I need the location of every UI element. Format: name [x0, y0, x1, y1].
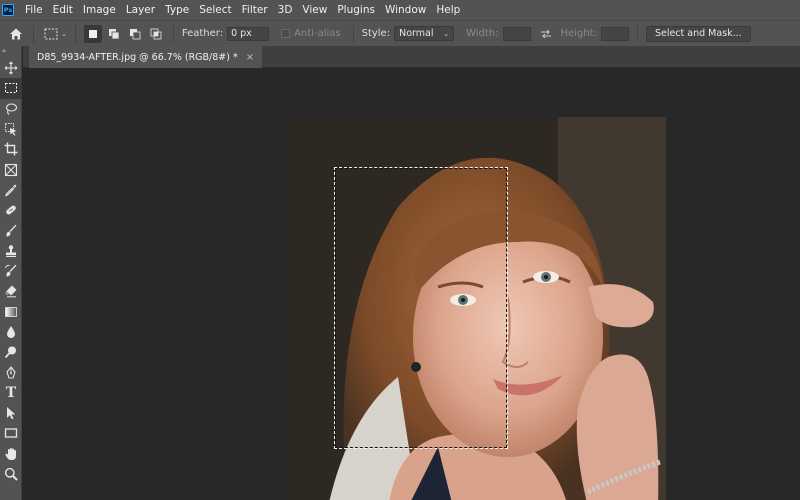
chevron-down-icon: ⌄ [61, 29, 67, 38]
photoshop-logo-icon[interactable]: Ps [2, 4, 14, 16]
height-label: Height: [560, 28, 597, 39]
divider [33, 24, 34, 43]
menu-view[interactable]: View [297, 0, 332, 20]
type-tool-icon[interactable]: T [0, 383, 22, 403]
tool-preset-picker[interactable]: ⌄ [42, 25, 67, 43]
menu-layer[interactable]: Layer [121, 0, 160, 20]
menu-filter[interactable]: Filter [237, 0, 273, 20]
lasso-tool-icon[interactable] [0, 99, 22, 119]
brush-tool-icon[interactable] [0, 220, 22, 240]
menu-file[interactable]: File [20, 0, 48, 20]
menu-select[interactable]: Select [194, 0, 236, 20]
rectangular-marquee-tool-icon[interactable] [0, 78, 22, 99]
path-selection-tool-icon[interactable] [0, 403, 22, 423]
antialias-label: Anti-alias [294, 28, 341, 39]
menu-plugins[interactable]: Plugins [332, 0, 380, 20]
width-input[interactable] [502, 26, 531, 41]
healing-brush-tool-icon[interactable] [0, 200, 22, 220]
feather-input[interactable] [227, 26, 270, 41]
object-selection-tool-icon[interactable] [0, 119, 22, 139]
swap-width-height-icon[interactable] [537, 25, 555, 43]
menu-image[interactable]: Image [78, 0, 121, 20]
gradient-tool-icon[interactable] [0, 302, 22, 322]
chevron-down-icon: ⌄ [443, 29, 450, 38]
add-to-selection-icon[interactable] [105, 25, 123, 43]
tools-panel: » T [0, 46, 22, 500]
feather-label: Feather: [181, 28, 224, 39]
marquee-selection[interactable] [334, 167, 508, 449]
collapse-panel-icon[interactable]: » [0, 46, 21, 58]
subtract-from-selection-icon[interactable] [126, 25, 144, 43]
hand-tool-icon[interactable] [0, 444, 22, 464]
divider [74, 24, 76, 43]
move-tool-icon[interactable] [0, 58, 22, 78]
style-select[interactable]: Normal ⌄ [394, 26, 455, 41]
new-selection-icon[interactable] [83, 24, 102, 43]
intersect-selection-icon[interactable] [147, 25, 165, 43]
rect-marquee-preset-icon [42, 25, 60, 43]
document-tab[interactable]: D85_9934-AFTER.jpg @ 66.7% (RGB/8#) * × [29, 46, 263, 68]
width-label: Width: [466, 28, 499, 39]
pen-tool-icon[interactable] [0, 362, 22, 382]
antialias-checkbox[interactable] [281, 29, 291, 38]
style-select-value: Normal [399, 28, 434, 39]
history-brush-tool-icon[interactable] [0, 261, 22, 281]
menu-type[interactable]: Type [160, 0, 194, 20]
document-tab-title: D85_9934-AFTER.jpg @ 66.7% (RGB/8#) * [37, 51, 238, 63]
document-tab-bar: D85_9934-AFTER.jpg @ 66.7% (RGB/8#) * × [23, 46, 800, 68]
eraser-tool-icon[interactable] [0, 281, 22, 301]
menu-window[interactable]: Window [380, 0, 431, 20]
eyedropper-tool-icon[interactable] [0, 180, 22, 200]
blur-tool-icon[interactable] [0, 322, 22, 342]
frame-tool-icon[interactable] [0, 159, 22, 179]
clone-stamp-tool-icon[interactable] [0, 241, 22, 261]
crop-tool-icon[interactable] [0, 139, 22, 159]
home-icon[interactable] [7, 25, 25, 43]
zoom-tool-icon[interactable] [0, 464, 22, 484]
type-tool-glyph: T [5, 384, 17, 401]
style-label: Style: [361, 28, 391, 39]
canvas-area[interactable] [23, 69, 800, 500]
divider [636, 24, 638, 43]
height-input[interactable] [600, 26, 629, 41]
divider [172, 24, 174, 43]
menu-3d[interactable]: 3D [273, 0, 298, 20]
menu-help[interactable]: Help [431, 0, 465, 20]
menu-bar: Ps File Edit Image Layer Type Select Fil… [0, 0, 800, 20]
dodge-tool-icon[interactable] [0, 342, 22, 362]
select-and-mask-button[interactable]: Select and Mask... [645, 25, 751, 42]
rectangle-tool-icon[interactable] [0, 423, 22, 443]
divider [352, 24, 354, 43]
menu-edit[interactable]: Edit [48, 0, 78, 20]
options-bar: ⌄ Feather: Anti-alias Style: Normal ⌄ Wi… [0, 20, 800, 46]
close-icon[interactable]: × [246, 52, 254, 63]
